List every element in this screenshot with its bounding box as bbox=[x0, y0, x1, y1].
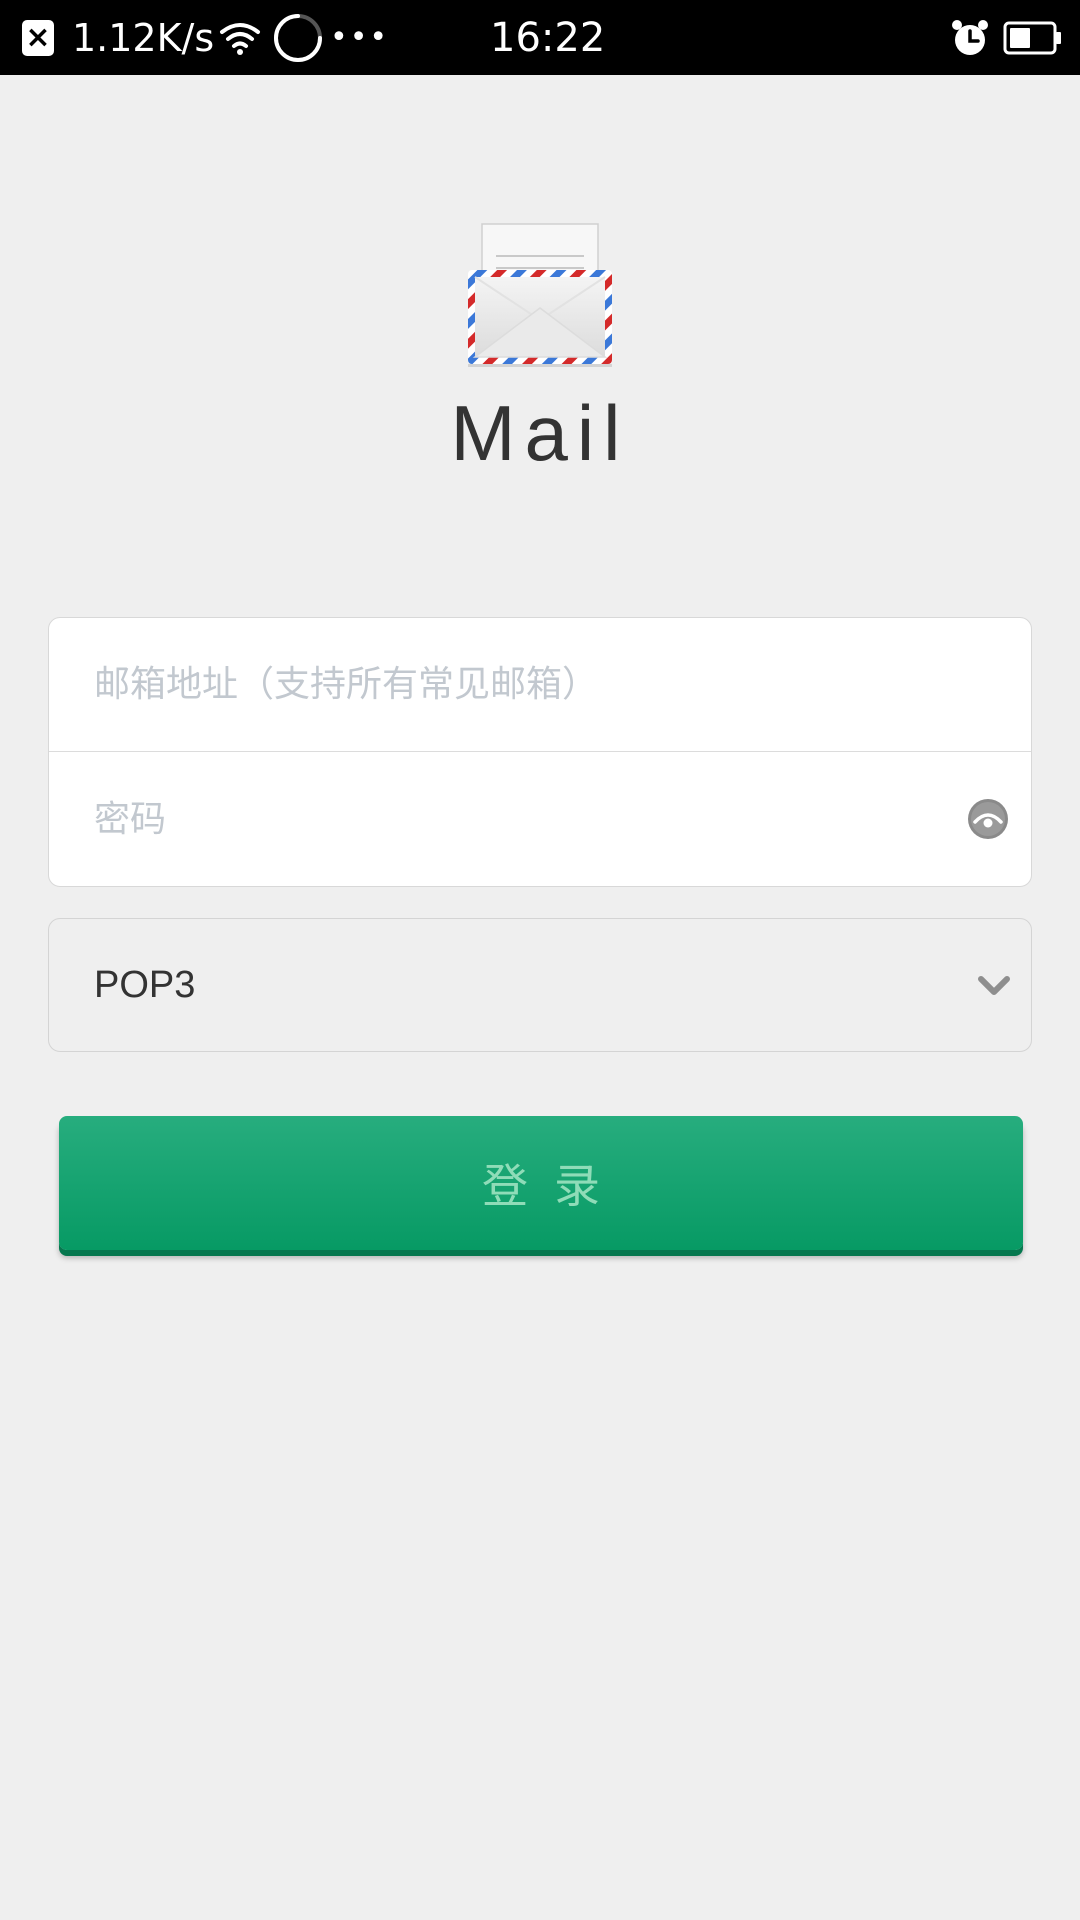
battery-icon bbox=[1003, 0, 1063, 75]
app-title: Mail bbox=[450, 389, 630, 477]
email-input[interactable] bbox=[49, 618, 1031, 751]
protocol-value: POP3 bbox=[94, 963, 196, 1006]
eye-icon[interactable] bbox=[967, 798, 1009, 840]
login-form bbox=[48, 617, 1032, 887]
loading-spinner-icon bbox=[272, 0, 324, 75]
password-input[interactable] bbox=[49, 752, 1031, 886]
clock-time: 16:22 bbox=[490, 14, 606, 61]
email-field-row bbox=[49, 618, 1031, 752]
alarm-icon bbox=[949, 0, 991, 75]
mail-envelope-icon bbox=[466, 222, 614, 368]
status-bar: × 1.12K/s ••• 16:22 bbox=[0, 0, 1080, 75]
chevron-down-icon bbox=[977, 969, 1011, 1003]
protocol-select[interactable]: POP3 bbox=[48, 918, 1032, 1052]
login-button[interactable]: 登录 bbox=[59, 1116, 1023, 1250]
close-notification-icon: × bbox=[22, 20, 54, 56]
more-dots: ••• bbox=[330, 20, 390, 55]
network-speed: 1.12K/s bbox=[72, 15, 215, 60]
wifi-icon bbox=[218, 0, 262, 75]
password-field-row bbox=[49, 752, 1031, 886]
login-button-label: 登录 bbox=[482, 1159, 626, 1213]
